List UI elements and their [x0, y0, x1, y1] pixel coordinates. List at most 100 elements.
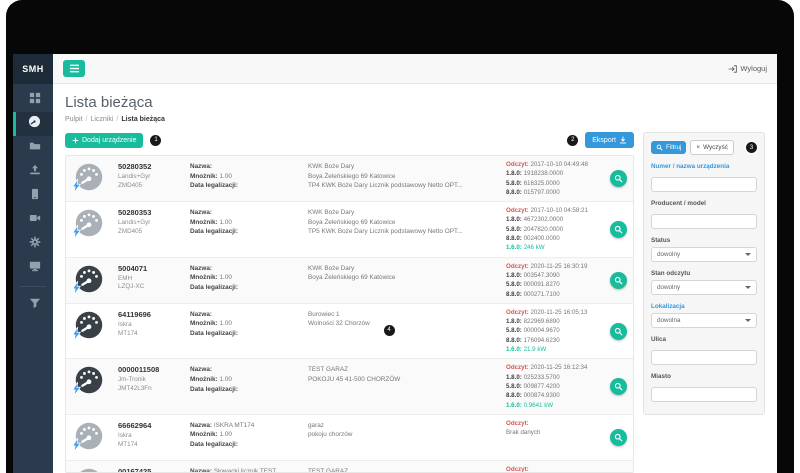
device-readings: Odczyt: 2020-11-25 16:05:13 1.8.0: 822969… — [506, 308, 603, 354]
grid-icon — [29, 91, 41, 109]
device-number-label: Numer / nazwa urządzenia — [651, 163, 730, 170]
view-device-button[interactable] — [610, 220, 627, 238]
status-select[interactable]: dowolny — [651, 247, 757, 262]
view-device-button[interactable] — [610, 322, 627, 340]
mnoznik-label: Mnożnik: — [190, 431, 218, 439]
table-row: 50280352 Landis+Gyr ZMD405 Nazwa: Mnożni… — [66, 156, 633, 203]
data-legalizacji-label: Data legalizacji: — [190, 441, 238, 449]
view-device-button[interactable] — [610, 271, 627, 289]
filter-clear-button[interactable]: × Wyczyść — [690, 140, 734, 155]
sidebar-item-settings[interactable] — [13, 232, 53, 256]
mnoznik-value: 1.00 — [219, 320, 232, 328]
mnoznik-value: 1.00 — [219, 274, 232, 282]
address-line: Boya Żeleńskiego 69 Katowice — [308, 172, 396, 180]
sidebar-item-upload[interactable] — [13, 160, 53, 184]
data-legalizacji-label: Data legalizacji: — [190, 283, 238, 291]
mnoznik-value: 1.00 — [219, 218, 232, 226]
table-row: 5004071 EMH LZQJ-XC Nazwa: Mnożnik: 1.00… — [66, 257, 633, 304]
obis-value: 246 kW — [523, 244, 545, 252]
obis-code: 1.6.0: — [506, 244, 522, 252]
obis-value: 4672302.0000 — [523, 216, 564, 224]
camera-icon — [29, 211, 41, 229]
producer-model-input[interactable] — [651, 214, 757, 229]
obis-code: 1.8.0: — [506, 373, 522, 381]
filter-apply-button[interactable]: Filtruj — [651, 141, 687, 154]
obis-value: 000271.7100 — [523, 290, 560, 298]
device-id: 50280353 — [118, 208, 152, 218]
mnoznik-label: Mnożnik: — [190, 320, 218, 328]
chevron-down-icon — [745, 253, 751, 256]
obis-value: 002400.0000 — [523, 235, 560, 243]
view-device-button[interactable] — [610, 428, 627, 446]
sidebar-item-meters[interactable] — [13, 112, 53, 136]
obis-value: 176094.6230 — [523, 336, 560, 344]
device-readings: Odczyt: Brak danych — [506, 465, 603, 473]
breadcrumb-current: Lista bieżąca — [121, 116, 165, 123]
chevron-down-icon — [745, 319, 751, 322]
view-device-button[interactable] — [610, 170, 627, 188]
device-model: ZMD405 — [118, 228, 143, 235]
sidebar-item-devices[interactable] — [13, 184, 53, 208]
location-select[interactable]: dowolna — [651, 313, 757, 328]
sidebar-item-files[interactable] — [13, 136, 53, 160]
reading-state-select[interactable]: dowolny — [651, 280, 757, 295]
meter-avatar-icon — [72, 208, 104, 239]
device-model: MT174 — [118, 329, 138, 337]
obis-code: 5.8.0: — [506, 327, 522, 335]
lightning-bolt-icon — [72, 437, 81, 452]
address-line: Wolności 32 Chorzów — [308, 320, 370, 328]
breadcrumb-pulpit[interactable]: Pulpit — [65, 116, 83, 123]
obis-value: 822969.6890 — [523, 318, 560, 326]
device-number-input[interactable] — [651, 177, 757, 192]
menu-toggle-button[interactable] — [63, 60, 85, 77]
export-button[interactable]: Eksport — [585, 132, 634, 148]
sidebar-divider — [20, 286, 46, 287]
logout-link[interactable]: Wyloguj — [728, 64, 767, 73]
street-input[interactable] — [651, 350, 757, 365]
no-data-label: Brak danych — [506, 429, 541, 437]
device-model: LZQJ-XC — [118, 283, 145, 291]
odczyt-label: Odczyt: — [506, 161, 529, 168]
odczyt-date: 2017-10-10 04:49:48 — [530, 161, 588, 168]
hint-badge-3: 3 — [746, 142, 757, 153]
device-address: KWK Boże Dary Boya Żeleńskiego 69 Katowic… — [308, 262, 506, 283]
gear-icon — [29, 235, 41, 253]
city-input[interactable] — [651, 387, 757, 402]
device-manufacturer: Landis+Gyr — [118, 219, 151, 227]
location-label: Lokalizacja — [651, 303, 685, 310]
address-line: TEST GARAZ — [308, 467, 349, 473]
address-line: KWK Boże Dary — [308, 163, 355, 170]
add-device-button[interactable]: Dodaj urządzenie — [65, 132, 144, 148]
address-line: garaz — [308, 421, 324, 429]
table-row: 0000011508 Jm-Tronik JMT42L3Fn Nazwa: Mn… — [66, 359, 633, 415]
lightning-bolt-icon — [72, 326, 81, 341]
device-model: MT174 — [118, 440, 138, 448]
breadcrumb-liczniki[interactable]: Liczniki — [90, 116, 113, 123]
address-line: Boya Żeleńskiego 69 Katowice — [308, 274, 396, 282]
sidebar-item-filters[interactable] — [13, 293, 53, 317]
chevron-down-icon — [745, 286, 751, 289]
mnoznik-value: 1.00 — [219, 375, 232, 383]
view-device-button[interactable] — [610, 378, 627, 396]
mnoznik-label: Mnożnik: — [190, 218, 218, 226]
sidebar-item-monitoring[interactable] — [13, 208, 53, 232]
top-toolbar: Wyloguj — [53, 54, 777, 84]
search-icon — [614, 225, 623, 234]
hint-badge-1: 1 — [150, 134, 162, 146]
obis-code: 8.8.0: — [506, 392, 522, 400]
meter-avatar-icon — [72, 365, 104, 397]
obis-code: 1.6.0: — [506, 346, 522, 354]
search-icon — [614, 276, 623, 285]
sidebar-item-dashboard[interactable] — [13, 88, 53, 112]
odczyt-label: Odczyt: — [506, 465, 529, 473]
meter-avatar-icon — [72, 264, 104, 295]
nazwa-label: Nazwa: — [190, 421, 213, 429]
device-model: ZMD405 — [118, 181, 143, 189]
device-readings: Odczyt: 2020-11-25 16:30:19 1.8.0: 003547… — [506, 262, 603, 299]
sidebar-item-workstation[interactable] — [13, 256, 53, 280]
meter-avatar-icon — [72, 162, 104, 193]
odczyt-label: Odczyt: — [506, 419, 529, 427]
odczyt-label: Odczyt: — [506, 207, 529, 215]
data-legalizacji-label: Data legalizacji: — [190, 330, 238, 338]
logout-label: Wyloguj — [740, 64, 767, 73]
